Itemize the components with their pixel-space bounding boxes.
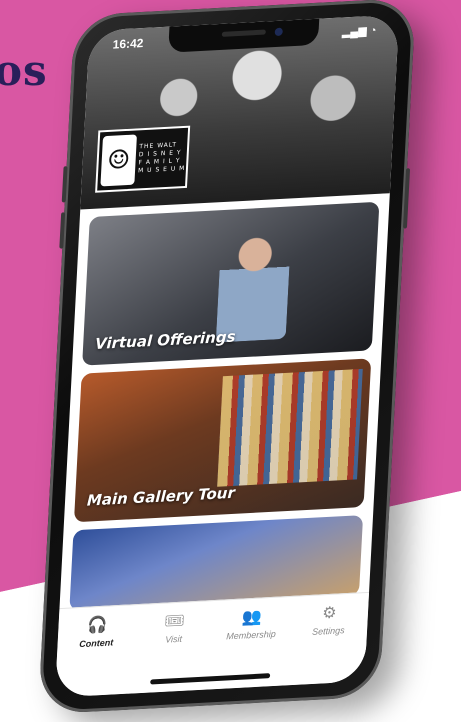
card-photo — [216, 228, 292, 343]
card-label: Virtual Offerings — [94, 327, 236, 353]
status-icons: ▂▄▆ ◔ — [342, 24, 377, 39]
tab-bar: 🎧 Content 🎟 Visit 👥 Membership ⚙ Setting… — [54, 591, 370, 698]
tab-label: Content — [79, 637, 114, 650]
tab-content[interactable]: 🎧 Content — [64, 615, 130, 650]
camera — [274, 27, 283, 37]
card-main-gallery-tour[interactable]: Main Gallery Tour — [73, 358, 372, 523]
tab-label: Membership — [226, 628, 277, 642]
card-virtual-offerings[interactable]: Virtual Offerings — [82, 201, 380, 366]
app-screen: 16:42 ▂▄▆ ◔ ☺ THE WALT D I S N E Y F A M… — [54, 14, 400, 698]
group-icon: 👥 — [241, 608, 263, 627]
phone-mockup: 16:42 ▂▄▆ ◔ ☺ THE WALT D I S N E Y F A M… — [38, 0, 416, 715]
tab-membership[interactable]: 👥 Membership — [219, 607, 285, 641]
headline-text: os — [0, 46, 48, 95]
tab-label: Visit — [164, 633, 183, 645]
card-photo — [217, 368, 363, 487]
tab-settings[interactable]: ⚙ Settings — [296, 603, 362, 637]
signal-icon: ▂▄▆ — [341, 25, 368, 39]
gear-icon: ⚙ — [321, 604, 337, 623]
logo-face-icon: ☺ — [100, 134, 137, 187]
status-time: 16:42 — [112, 35, 144, 52]
tab-label: Settings — [311, 625, 345, 637]
logo-text: THE WALT D I S N E Y F A M I L Y M U S E… — [137, 141, 186, 175]
home-indicator — [150, 673, 271, 685]
speaker — [221, 29, 266, 37]
wifi-icon: ◔ — [369, 24, 377, 38]
card-label: Main Gallery Tour — [86, 483, 236, 510]
headphones-icon: 🎧 — [86, 616, 108, 635]
museum-logo: ☺ THE WALT D I S N E Y F A M I L Y M U S… — [95, 125, 191, 193]
tab-visit[interactable]: 🎟 Visit — [141, 611, 207, 645]
ticket-icon: 🎟 — [163, 612, 186, 631]
